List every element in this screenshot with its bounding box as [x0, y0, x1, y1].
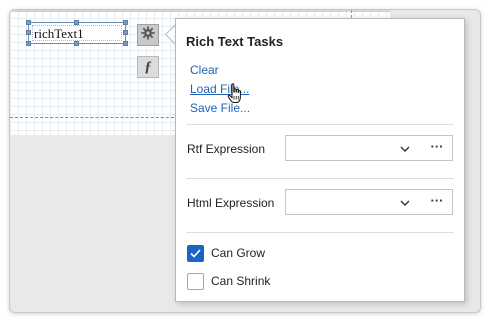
- chevron-down-icon[interactable]: [399, 198, 411, 208]
- expression-button[interactable]: ƒ: [137, 56, 159, 78]
- html-expression-editor[interactable]: ···: [285, 189, 453, 215]
- resize-handle-left[interactable]: [26, 30, 31, 35]
- clear-link[interactable]: Clear: [190, 63, 219, 77]
- resize-handle-right[interactable]: [123, 30, 128, 35]
- ellipsis-button[interactable]: ···: [426, 194, 448, 210]
- rtf-expression-label: Rtf Expression: [187, 142, 266, 156]
- resize-handle-top-left[interactable]: [26, 20, 31, 25]
- gear-icon: [141, 25, 155, 45]
- designer-window: richText1 ƒ Rich Text Tasks Clear Load F…: [9, 9, 481, 313]
- rich-text-tasks-panel: Rich Text Tasks Clear Load File... Save …: [175, 18, 465, 302]
- rtf-expression-editor[interactable]: ···: [285, 135, 453, 161]
- resize-handle-top-right[interactable]: [123, 20, 128, 25]
- richtext-control-label: richText1: [32, 25, 122, 41]
- resize-handle-bottom[interactable]: [74, 41, 79, 46]
- resize-handle-top[interactable]: [74, 20, 79, 25]
- smart-tag-button[interactable]: [137, 24, 159, 46]
- can-grow-checkbox[interactable]: [187, 245, 204, 262]
- can-grow-label: Can Grow: [211, 246, 266, 260]
- can-shrink-checkbox[interactable]: [187, 273, 204, 290]
- resize-handle-bottom-left[interactable]: [26, 41, 31, 46]
- separator: [186, 232, 454, 233]
- chevron-down-icon[interactable]: [399, 144, 411, 154]
- ellipsis-button[interactable]: ···: [426, 140, 448, 156]
- checkmark-icon: [190, 249, 201, 258]
- function-icon: ƒ: [144, 58, 152, 75]
- html-expression-label: Html Expression: [187, 196, 275, 210]
- resize-handle-bottom-right[interactable]: [123, 41, 128, 46]
- hand-cursor-icon: [227, 83, 241, 103]
- panel-title: Rich Text Tasks: [186, 34, 284, 49]
- can-shrink-label: Can Shrink: [211, 274, 271, 288]
- separator: [186, 124, 454, 125]
- separator: [186, 178, 454, 179]
- top-ruler: [10, 10, 390, 12]
